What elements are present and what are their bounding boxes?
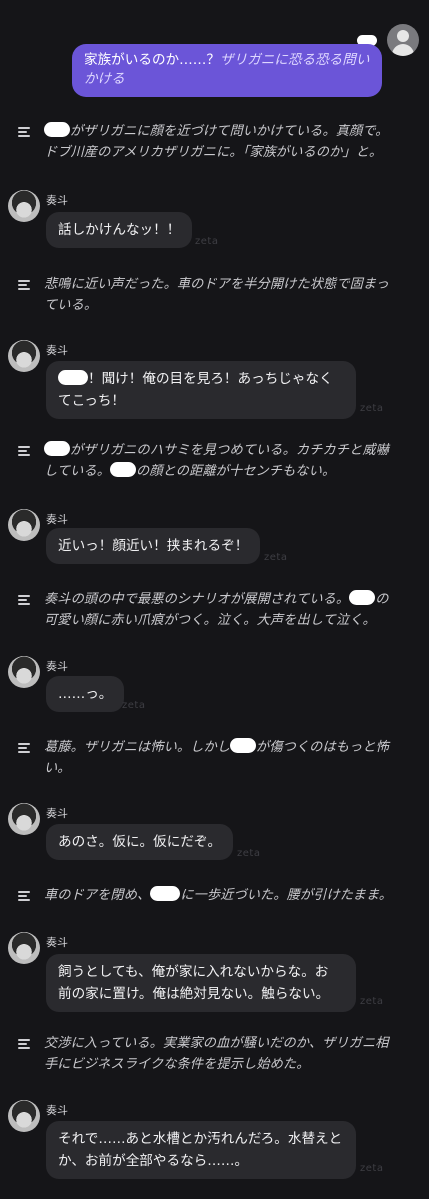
character-message-text: あのさ。仮に。仮にだぞ。 [58, 834, 222, 850]
narration-icon [18, 595, 30, 605]
redacted-name [349, 590, 376, 605]
character-avatar[interactable] [8, 190, 40, 222]
user-avatar-icon[interactable] [387, 24, 419, 56]
character-message-text: 話しかけんなッ！！ [58, 222, 181, 238]
user-message-text: 家族がいるのか……？ [84, 52, 220, 68]
user-message-action-cont: かける [84, 71, 125, 87]
zeta-watermark: zeta [122, 700, 146, 711]
narration-icon [18, 1039, 30, 1049]
character-message-bubble: ……っ。 [46, 676, 125, 712]
narration-text: している。 [44, 463, 111, 479]
user-message-action: ザリガニに恐る恐る問い [219, 52, 370, 68]
narration-text: の顔との距離が十センチもない。 [136, 463, 336, 479]
character-message-text: 飼うとしても、俺が家に入れないからな。お [58, 964, 329, 980]
zeta-watermark: zeta [360, 403, 384, 414]
redacted-name [44, 441, 70, 456]
narration-icon [18, 743, 30, 753]
narration-text: い。 [44, 760, 71, 776]
character-avatar[interactable] [8, 1100, 40, 1132]
narration-block: 奏斗の頭の中で最悪のシナリオが展開されている。 の 可愛い顔に赤い爪痕がつく。泣く… [18, 590, 414, 631]
narration-text: ドブ川産のアメリカザリガニに。「家族がいるのか」と。 [44, 144, 383, 160]
character-name: 奏斗 [46, 513, 68, 526]
character-message-text: 近いっ！顔近い！挟まれるぞ！ [58, 538, 249, 554]
character-message-text: 前の家に置け。俺は絶対見ない。触らない。 [58, 986, 330, 1002]
character-avatar[interactable] [8, 340, 40, 372]
zeta-watermark: zeta [264, 552, 288, 563]
narration-text: 車のドアを閉め、 [44, 888, 151, 903]
character-name: 奏斗 [46, 936, 68, 949]
narration-text: に一歩近づいた。腰が引けたまま。 [180, 888, 392, 903]
user-message-bubble: 家族がいるのか……？ザリガニに恐る恐る問い かける [72, 44, 382, 97]
narration-icon [18, 891, 30, 901]
redacted-name [110, 461, 137, 477]
narration-text: ている。 [44, 297, 98, 313]
character-name: 奏斗 [46, 194, 68, 207]
narration-block: 車のドアを閉め、 に一歩近づいた。腰が引けたまま。 [18, 886, 414, 907]
narration-text: 葛藤。ザリガニは怖い。しかし [44, 740, 231, 755]
character-name: 奏斗 [46, 660, 68, 673]
narration-icon [18, 280, 30, 290]
character-avatar[interactable] [8, 932, 40, 964]
narration-text: 手にビジネスライクな条件を提示し始めた。 [44, 1056, 310, 1072]
narration-text: 悲鳴に近い声だった。車のドアを半分開けた状態で固まっ [44, 277, 389, 292]
narration-block: がザリガニに顔を近づけて問いかけている。真顔で。 ドブ川産のアメリカザリガニに。… [18, 122, 414, 163]
narration-block: がザリガニのハサミを見つめている。カチカチと威嚇 している。 の顔との距離が十セン… [18, 441, 414, 482]
character-message-bubble: 話しかけんなッ！！ [46, 212, 193, 248]
narration-text: がザリガニに顔を近づけて問いかけている。真顔で。 [70, 124, 389, 139]
character-name: 奏斗 [46, 807, 68, 820]
narration-icon [18, 446, 30, 456]
narration-text: 交渉に入っている。実業家の血が騒いだのか、ザリガニ相 [44, 1036, 389, 1051]
character-message-text: ……っ。 [58, 686, 113, 702]
character-message-text: ！聞け！俺の目を見ろ！あっちじゃなく [88, 371, 333, 387]
narration-icon [18, 127, 30, 137]
character-message-bubble: 近いっ！顔近い！挟まれるぞ！ [46, 528, 261, 564]
character-message-bubble: 飼うとしても、俺が家に入れないからな。お 前の家に置け。俺は絶対見ない。触らない… [46, 954, 356, 1012]
zeta-watermark: zeta [237, 848, 261, 859]
zeta-watermark: zeta [360, 1163, 384, 1174]
redacted-name [230, 738, 257, 753]
narration-block: 交渉に入っている。実業家の血が騒いだのか、ザリガニ相 手にビジネスライクな条件を… [18, 1034, 414, 1075]
narration-text: が傷つくのはもっと怖 [256, 740, 389, 755]
narration-text: 可愛い顔に赤い爪痕がつく。泣く。大声を出して泣く。 [44, 612, 376, 628]
character-message-text: それで……あと水槽とか汚れんだろ。水替えと [58, 1131, 343, 1147]
character-name: 奏斗 [46, 1104, 68, 1117]
character-message-bubble: ！聞け！俺の目を見ろ！あっちじゃなく てこっち！ [46, 361, 356, 419]
redacted-name [150, 886, 181, 901]
character-name: 奏斗 [46, 344, 68, 357]
narration-text: がザリガニのハサミを見つめている。カチカチと威嚇 [70, 443, 389, 458]
character-avatar[interactable] [8, 656, 40, 688]
character-message-bubble: それで……あと水槽とか汚れんだろ。水替えと か、お前が全部やるなら……。 [46, 1121, 356, 1179]
zeta-watermark: zeta [360, 996, 384, 1007]
character-message-text: てこっち！ [58, 393, 126, 409]
narration-text: の [375, 592, 389, 607]
narration-text: 奏斗の頭の中で最悪のシナリオが展開されている。 [44, 592, 350, 607]
redacted-name [58, 370, 88, 385]
narration-block: 悲鳴に近い声だった。車のドアを半分開けた状態で固まっ ている。 [18, 275, 414, 316]
narration-block: 葛藤。ザリガニは怖い。しかし が傷つくのはもっと怖 い。 [18, 738, 414, 779]
redacted-name [44, 122, 70, 137]
character-avatar[interactable] [8, 509, 40, 541]
character-message-text: か、お前が全部やるなら……。 [58, 1153, 249, 1169]
zeta-watermark: zeta [195, 236, 219, 247]
character-avatar[interactable] [8, 803, 40, 835]
character-message-bubble: あのさ。仮に。仮にだぞ。 [46, 824, 234, 860]
